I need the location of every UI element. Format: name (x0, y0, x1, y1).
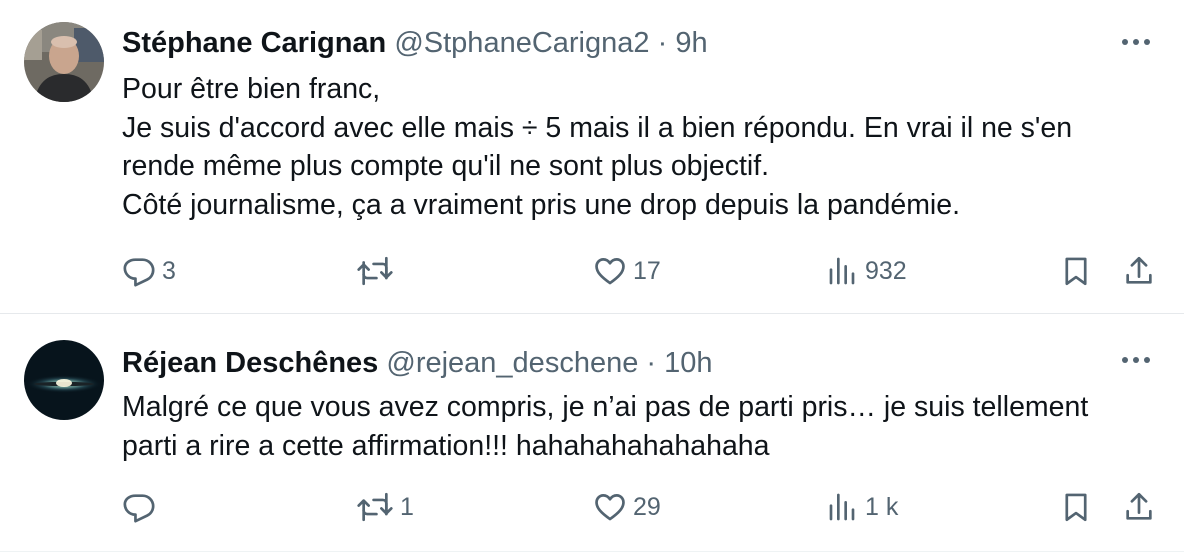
share-icon (1126, 492, 1152, 520)
separator-dot: · (657, 27, 668, 59)
reply-icon (123, 258, 155, 287)
reply-button[interactable] (122, 484, 162, 530)
retweet-icon (357, 492, 393, 522)
share-icon (1126, 256, 1152, 284)
avatar-photo (24, 22, 104, 102)
like-button[interactable]: 29 (593, 484, 661, 530)
like-button[interactable]: 17 (593, 248, 661, 294)
bookmark-icon (1065, 493, 1087, 522)
author-name[interactable]: Réjean Deschênes (122, 347, 378, 379)
bookmark-icon (1065, 257, 1087, 286)
timestamp[interactable]: 9h (675, 27, 707, 59)
bookmark-button[interactable] (1059, 248, 1093, 294)
retweet-button[interactable] (356, 248, 400, 294)
retweet-button[interactable]: 1 (356, 484, 414, 530)
retweet-icon (357, 256, 393, 286)
avatar-photo (24, 340, 104, 420)
timestamp[interactable]: 10h (664, 347, 712, 379)
heart-icon (595, 494, 625, 521)
tweet-text-line: parti a rire a cette affirmation!!! haha… (122, 429, 770, 462)
author-name[interactable]: Stéphane Carignan (122, 27, 386, 59)
tweet-text: Malgré ce que vous avez compris, je n’ai… (122, 388, 1162, 465)
tweet-text-line: Malgré ce que vous avez compris, je n’ai… (122, 391, 1089, 423)
tweet[interactable]: Stéphane Carignan @StphaneCarigna2 · 9h … (0, 0, 1184, 314)
share-button[interactable] (1122, 248, 1156, 294)
like-count: 17 (633, 256, 661, 285)
tweet[interactable]: Réjean Deschênes @rejean_deschene · 10h … (0, 314, 1184, 552)
views-count: 932 (865, 256, 907, 285)
more-button[interactable] (1118, 24, 1154, 60)
share-button[interactable] (1122, 484, 1156, 530)
action-bar: 1 29 1 k (0, 484, 1184, 530)
author-handle[interactable]: @StphaneCarigna2 (394, 27, 649, 59)
bookmark-button[interactable] (1059, 484, 1093, 530)
tweet-text-line: Pour être bien franc, (122, 73, 381, 105)
like-count: 29 (633, 492, 661, 521)
tweet-text-line: rende même plus compte qu'il ne sont plu… (122, 150, 770, 183)
separator-dot: · (646, 347, 657, 379)
more-dots-icon (1122, 39, 1150, 45)
reply-icon (123, 494, 155, 523)
views-button[interactable]: 1 k (827, 484, 898, 530)
views-chart-icon (829, 493, 855, 521)
action-bar: 3 17 932 (0, 248, 1184, 294)
heart-icon (595, 258, 625, 285)
reply-count: 3 (162, 256, 176, 285)
more-button[interactable] (1118, 342, 1154, 378)
tweet-header: Réjean Deschênes @rejean_deschene · 10h (122, 346, 713, 380)
tweet-text-line: Je suis d'accord avec elle mais ÷ 5 mais… (122, 111, 1073, 144)
avatar[interactable] (24, 22, 104, 102)
more-dots-icon (1122, 357, 1150, 363)
tweet-text: Pour être bien franc, Je suis d'accord a… (122, 70, 1162, 224)
avatar[interactable] (24, 340, 104, 420)
views-chart-icon (829, 257, 855, 285)
views-count: 1 k (865, 492, 899, 521)
retweet-count: 1 (400, 492, 414, 521)
reply-button[interactable]: 3 (122, 248, 176, 294)
tweet-header: Stéphane Carignan @StphaneCarigna2 · 9h (122, 26, 708, 60)
views-button[interactable]: 932 (827, 248, 907, 294)
author-handle[interactable]: @rejean_deschene (386, 347, 638, 379)
tweet-text-line: Côté journalisme, ça a vraiment pris une… (122, 188, 961, 221)
